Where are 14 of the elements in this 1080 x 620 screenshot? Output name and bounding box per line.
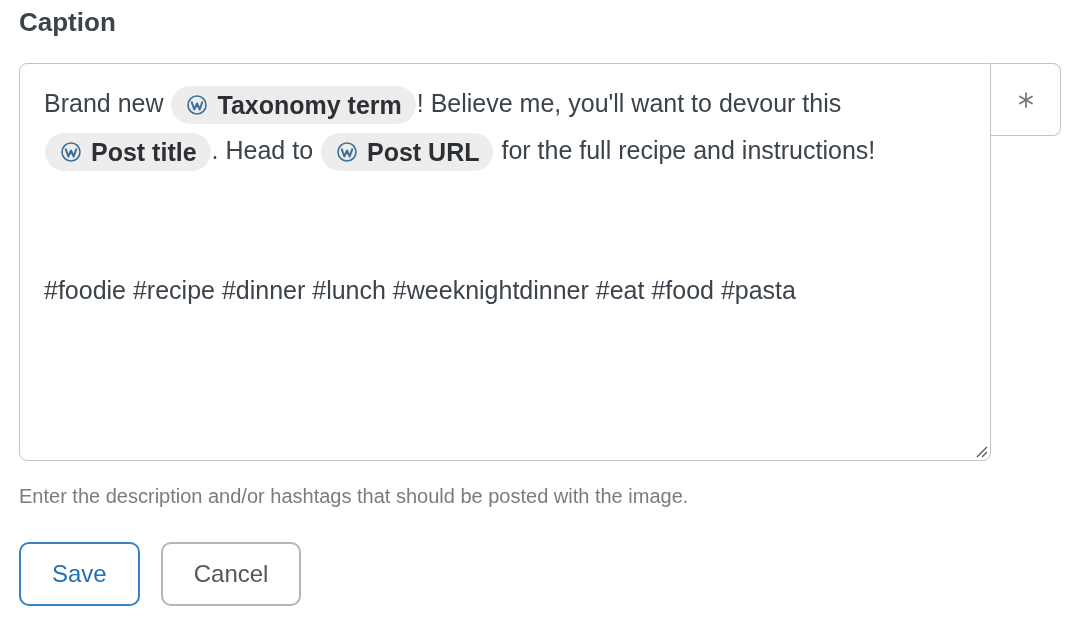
logo-icon xyxy=(337,142,357,163)
placeholder-tag[interactable]: Post URL xyxy=(321,133,494,172)
caption-field[interactable]: Brand new Taxonomy term ! Believe me, you'll want to devour this Post title . Head to Post URL for the full recipe and instructions! #foodie #recipe #dinner #lunch #weeknightdinner #eat #food #pasta xyxy=(19,63,991,461)
help-text: Enter the description and/or hashtags that should be posted with the image. xyxy=(19,484,690,509)
resize-handle-icon[interactable] xyxy=(976,446,988,458)
placeholder-tag[interactable]: Taxonomy term xyxy=(171,86,416,125)
caption-text: Brand new Taxonomy term ! Believe me, you'll want to devour this Post title . Head to Post URL for the full recipe and instructions! xyxy=(44,80,966,174)
placeholder-tag[interactable]: Post title xyxy=(45,133,211,172)
logo-icon xyxy=(187,95,208,116)
save-button[interactable]: Save xyxy=(19,542,140,606)
logo-icon xyxy=(61,142,81,163)
cancel-button[interactable]: Cancel xyxy=(160,542,302,606)
field-label: Caption xyxy=(19,6,117,39)
caption-text: #foodie #recipe #dinner #lunch #weeknightdinner #eat #food #pasta xyxy=(44,275,797,306)
